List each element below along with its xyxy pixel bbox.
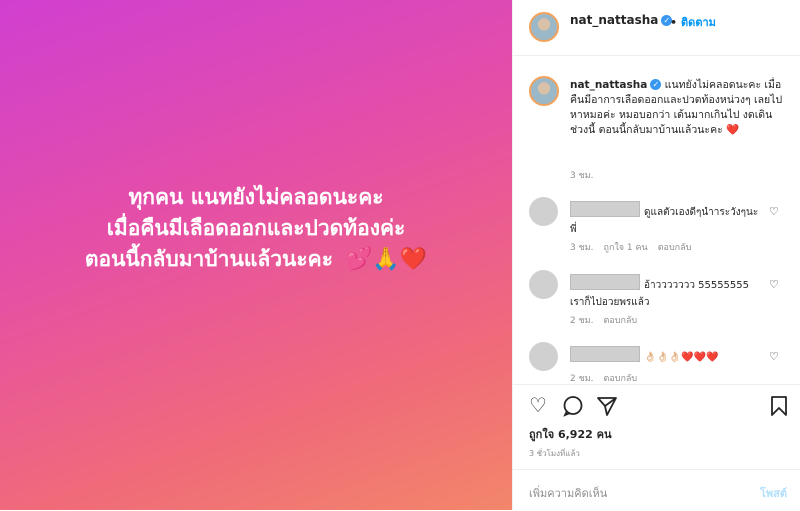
caption-heart-emoji: ❤️ bbox=[726, 124, 740, 136]
avatar[interactable] bbox=[529, 12, 559, 42]
caption-username[interactable]: nat_nattasha bbox=[570, 79, 647, 91]
image-text-line-3-text: ตอนนี้กลับมาบ้านแล้วนะคะ bbox=[84, 247, 333, 271]
paper-plane-icon[interactable] bbox=[596, 395, 618, 417]
image-emoji: 💕🙏❤️ bbox=[344, 247, 428, 272]
bookmark-icon[interactable] bbox=[769, 395, 789, 420]
comment-time: 2 ชม. bbox=[570, 316, 594, 326]
comment-meta: 2 ชม. ตอบกลับ bbox=[570, 313, 647, 327]
header-username[interactable]: nat_nattasha ✓ bbox=[570, 13, 673, 27]
add-comment-bar: เพิ่มความคิดเห็น โพสต์ bbox=[513, 469, 800, 511]
comment-icon[interactable] bbox=[562, 395, 584, 420]
post-time-ago[interactable]: 3 ชั่วโมงที่แล้ว bbox=[529, 447, 580, 460]
post-header: nat_nattasha ✓ • ติดตาม bbox=[513, 0, 800, 56]
comment-like-heart-icon[interactable]: ♡ bbox=[769, 350, 779, 363]
post-comment-button[interactable]: โพสต์ bbox=[760, 484, 787, 502]
comment-body: ดูแลตัวเองดีๆนำาระวังๆนะพี่ bbox=[570, 201, 760, 238]
post-image: ทุกคน แนทยังไม่คลอดนะคะ เมื่อคืนมีเลือดอ… bbox=[0, 0, 512, 510]
comment-bubble-icon[interactable] bbox=[562, 395, 584, 417]
comment-meta: 2 ชม. ตอบกลับ bbox=[570, 371, 647, 385]
comment-like-heart-icon[interactable]: ♡ bbox=[769, 205, 779, 218]
comment-username-redacted[interactable] bbox=[570, 201, 640, 217]
likes-count[interactable]: ถูกใจ 6,922 คน bbox=[529, 425, 611, 443]
comment-input[interactable]: เพิ่มความคิดเห็น bbox=[529, 484, 607, 502]
image-text-line-3: ตอนนี้กลับมาบ้านแล้วนะคะ 💕🙏❤️ bbox=[0, 244, 512, 275]
comment-avatar[interactable] bbox=[529, 270, 558, 299]
reply-button[interactable]: ตอบกลับ bbox=[658, 243, 692, 253]
verified-badge-icon: ✓ bbox=[650, 79, 662, 90]
follow-button[interactable]: • ติดตาม bbox=[670, 13, 716, 31]
comment-body: อ้าววววววว 55555555 เราก็ไปอวยพรแล้ว bbox=[570, 274, 760, 311]
comment-like-heart-icon[interactable]: ♡ bbox=[769, 278, 779, 291]
caption-avatar[interactable] bbox=[529, 76, 559, 106]
caption-time: 3 ชม. bbox=[570, 171, 594, 181]
image-text-line-1: ทุกคน แนทยังไม่คลอดนะคะ bbox=[128, 185, 384, 209]
reply-button[interactable]: ตอบกลับ bbox=[604, 374, 638, 384]
reply-button[interactable]: ตอบกลับ bbox=[604, 316, 638, 326]
comment-avatar[interactable] bbox=[529, 342, 558, 371]
caption-text: nat_nattasha ✓ แนทยังไม่คลอดนะคะ เมื่อคืน… bbox=[570, 78, 788, 138]
image-text-line-2: เมื่อคืนมีเลือดออกและปวดท้องค่ะ bbox=[106, 216, 406, 240]
comment-time: 2 ชม. bbox=[570, 374, 594, 384]
post-actions: ♡ ถูกใจ 6,922 คน 3 ชั่วโมงที่แล้ว เพิ่มค… bbox=[513, 384, 800, 510]
comment-time: 3 ชม. bbox=[570, 243, 594, 253]
like-heart-icon[interactable]: ♡ bbox=[529, 395, 547, 415]
comment-body: 👌🏻👌🏻👌🏻❤️❤️❤️ bbox=[570, 346, 760, 366]
follow-label[interactable]: ติดตาม bbox=[681, 16, 716, 29]
comment-likes[interactable]: ถูกใจ 1 คน bbox=[604, 243, 648, 253]
header-username-text[interactable]: nat_nattasha bbox=[570, 13, 658, 27]
share-icon[interactable] bbox=[596, 395, 618, 420]
comment-avatar[interactable] bbox=[529, 197, 558, 226]
comment-text: 👌🏻👌🏻👌🏻❤️❤️❤️ bbox=[644, 352, 719, 363]
comment-username-redacted[interactable] bbox=[570, 274, 640, 290]
separator-dot: • bbox=[670, 16, 678, 29]
post-sidebar: nat_nattasha ✓ • ติดตาม nat_nattasha ✓ แนทย… bbox=[512, 0, 800, 510]
post-image-text: ทุกคน แนทยังไม่คลอดนะคะ เมื่อคืนมีเลือดอ… bbox=[0, 182, 512, 275]
save-bookmark-icon[interactable] bbox=[769, 395, 789, 417]
comment-username-redacted[interactable] bbox=[570, 346, 640, 362]
comment-meta: 3 ชม. ถูกใจ 1 คน ตอบกลับ bbox=[570, 240, 701, 254]
